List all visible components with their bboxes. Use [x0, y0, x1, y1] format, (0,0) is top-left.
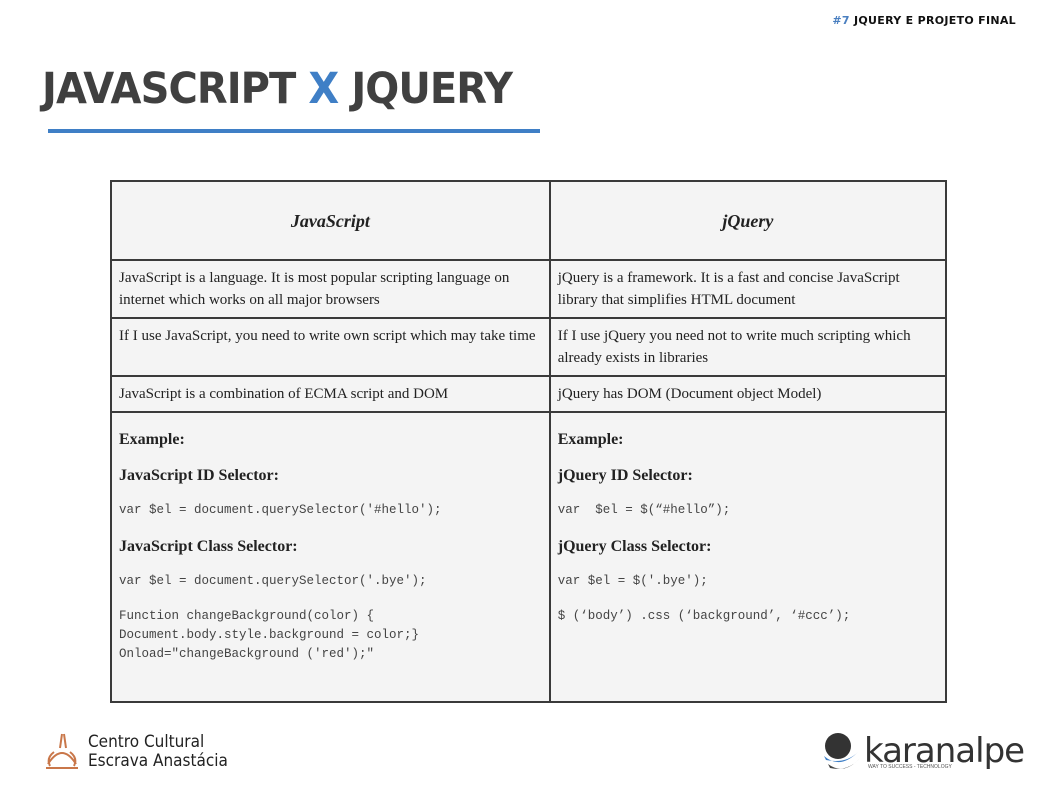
example-heading: Example: [557, 431, 624, 448]
flame-emblem-icon [46, 733, 78, 769]
title-left: JAVASCRIPT [42, 64, 296, 114]
id-selector-code: var $el = document.querySelector('#hello… [119, 503, 442, 517]
topic-number: #7 [832, 14, 850, 27]
table-header-row: JavaScript jQuery [110, 180, 948, 261]
class-selector-label: jQuery Class Selector: [557, 538, 712, 555]
karanalpe-logo: karanalpe WAY TO SUCCESS - TECHNOLOGY [820, 730, 1025, 774]
cell: jQuery is a framework. It is a fast and … [548, 259, 948, 319]
logo-line2: Escrava Anastácia [88, 751, 228, 771]
jq-example-cell: Example: jQuery ID Selector: var $el = $… [548, 411, 948, 703]
cell: JavaScript is a language. It is most pop… [110, 259, 551, 319]
centro-cultural-logo: Centro Cultural Escrava Anastácia [42, 732, 243, 772]
cell: If I use jQuery you need not to write mu… [548, 317, 948, 377]
js-example-cell: Example: JavaScript ID Selector: var $el… [110, 411, 551, 703]
title-underline [48, 129, 540, 133]
class-selector-label: JavaScript Class Selector: [119, 538, 298, 555]
class-selector-code: var $el = $('.bye'); [557, 574, 708, 588]
comparison-table: JavaScript jQuery JavaScript is a langua… [110, 180, 948, 703]
example-row: Example: JavaScript ID Selector: var $el… [110, 411, 948, 703]
title-right: JQUERY [351, 64, 513, 114]
background-code: $ (‘body’) .css (‘background’, ‘#ccc’); [557, 609, 851, 623]
example-heading: Example: [119, 431, 185, 448]
sphere-swoosh-icon [824, 733, 860, 769]
background-code: Function changeBackground(color) { Docum… [119, 609, 420, 661]
cell: If I use JavaScript, you need to write o… [110, 317, 551, 377]
table-row: JavaScript is a combination of ECMA scri… [110, 375, 948, 413]
id-selector-label: jQuery ID Selector: [557, 467, 693, 484]
id-selector-label: JavaScript ID Selector: [119, 467, 279, 484]
topic-text: JQUERY E PROJETO FINAL [853, 14, 1016, 27]
cell: jQuery has DOM (Document object Model) [548, 375, 948, 413]
cell: JavaScript is a combination of ECMA scri… [110, 375, 551, 413]
header-javascript: JavaScript [110, 180, 551, 261]
id-selector-code: var $el = $(“#hello”); [557, 503, 731, 517]
title-x: X [308, 64, 339, 114]
logo-name: karanalpe [864, 731, 1025, 771]
table-row: If I use JavaScript, you need to write o… [110, 317, 948, 377]
class-selector-code: var $el = document.querySelector('.bye')… [119, 574, 427, 588]
topic-label: #7 JQUERY E PROJETO FINAL [832, 14, 1016, 27]
header-jquery: jQuery [548, 180, 948, 261]
logo-line1: Centro Cultural [88, 732, 205, 752]
table-row: JavaScript is a language. It is most pop… [110, 259, 948, 319]
page-title: JAVASCRIPT X JQUERY [42, 64, 513, 114]
